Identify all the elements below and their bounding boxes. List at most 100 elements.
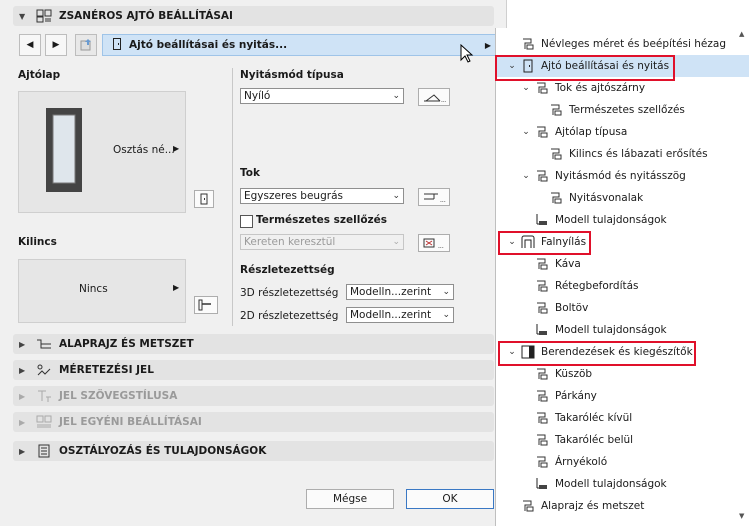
handle-detail-button[interactable]	[194, 296, 218, 314]
opening-type-select[interactable]: Nyíló ⌄	[240, 88, 404, 104]
section-header-dimension-marker[interactable]: ▶ MÉRETEZÉSI JEL	[13, 360, 494, 380]
tree-item[interactable]: Párkány	[521, 386, 597, 406]
tree-item[interactable]: ⌄ Nyitásmód és nyitásszög	[521, 166, 686, 186]
detail-2d-select[interactable]: Modelln...zerint ⌄	[346, 307, 454, 323]
triangle-left-icon: ◀	[26, 40, 34, 50]
section-header-marker-custom-settings[interactable]: ▶ JEL EGYÉNI BEÁLLÍTÁSAI	[13, 412, 494, 432]
tree-item[interactable]: Modell tulajdonságok	[521, 210, 667, 230]
tree-item-label: Nyitásmód és nyitásszög	[555, 170, 686, 182]
tree-item-label: Névleges méret és beépítési hézag	[541, 38, 726, 50]
door-leaf-detail-button[interactable]	[194, 190, 214, 208]
section-title: JEL SZÖVEGSTÍLUSA	[59, 390, 178, 402]
frame-detail-button[interactable]: ...	[418, 188, 450, 206]
detail-3d-select[interactable]: Modelln...zerint ⌄	[346, 284, 454, 300]
tree-item[interactable]: ⌄ Ajtólap típusa	[521, 122, 627, 142]
trim-outside-icon	[535, 411, 549, 425]
door-page-icon	[113, 37, 121, 53]
section-header-door-settings[interactable]: ▼ ZSANÉROS AJTÓ BEÁLLÍTÁSAI	[13, 6, 494, 26]
door-settings-icon	[35, 9, 53, 23]
floor-plan-icon	[35, 337, 53, 351]
model-properties-icon	[535, 477, 549, 491]
nav-forward-button[interactable]: ▶	[45, 34, 67, 56]
tree-item[interactable]: Küszöb	[521, 364, 592, 384]
swing-symbol-icon: ...	[424, 94, 446, 103]
tree-item-label: Küszöb	[555, 368, 593, 380]
tree-item[interactable]: Káva	[521, 254, 581, 274]
chevron-down-icon[interactable]: ⌄	[521, 171, 531, 181]
chevron-down-icon: ⌄	[442, 310, 450, 320]
tree-item-label: Árnyékoló	[555, 456, 608, 468]
section-title: MÉRETEZÉSI JEL	[59, 364, 154, 376]
threshold-icon	[535, 367, 549, 381]
chevron-down-icon[interactable]: ⌄	[521, 83, 531, 93]
handle-icon	[198, 299, 211, 311]
detail-level-label: Részletezettség	[240, 264, 335, 276]
collapse-triangle-icon: ▼	[19, 11, 26, 21]
tree-item[interactable]: Boltöv	[521, 298, 588, 318]
door-leaf-label: Ajtólap	[18, 69, 61, 81]
handle-type-label: Nincs	[79, 283, 108, 295]
trim-inside-icon	[535, 433, 549, 447]
tree-item-label: Rétegbefordítás	[555, 280, 639, 292]
tree-item-label: Nyitásvonalak	[569, 192, 644, 204]
model-properties-icon	[535, 213, 549, 227]
handle-preview[interactable]: Nincs ▶	[18, 259, 186, 323]
handle-kickplate-icon	[549, 147, 563, 161]
dimension-marker-icon	[35, 363, 53, 377]
cancel-button[interactable]: Mégse	[306, 489, 394, 509]
triangle-right-icon: ▶	[173, 144, 180, 153]
tree-item[interactable]: Névleges méret és beépítési hézag	[507, 34, 726, 54]
tree-item-label: Modell tulajdonságok	[555, 324, 667, 336]
nav-back-button[interactable]: ◀	[19, 34, 41, 56]
section-header-floor-plan[interactable]: ▶ ALAPRAJZ ÉS METSZET	[13, 334, 494, 354]
frame-value: Egyszeres beugrás	[244, 190, 343, 202]
ventilation-label[interactable]: Természetes szellőzés	[256, 214, 387, 226]
opening-type-detail-button[interactable]: ...	[418, 88, 450, 106]
expand-triangle-icon: ▶	[19, 365, 26, 375]
frame-select[interactable]: Egyszeres beugrás ⌄	[240, 188, 404, 204]
nav-up-button[interactable]	[75, 34, 97, 56]
triangle-right-icon: ▶	[484, 40, 491, 50]
triangle-right-icon: ▶	[52, 40, 60, 50]
tree-item-label: Modell tulajdonságok	[555, 214, 667, 226]
tree-item[interactable]: Természetes szellőzés	[535, 100, 685, 120]
tree-item[interactable]: Kilincs és lábazati erősítés	[535, 144, 708, 164]
highlight-box-accessories	[498, 341, 696, 366]
highlight-box-door-settings	[495, 55, 675, 81]
door-leaf-type-label: Osztás né...	[113, 144, 175, 156]
tree-item[interactable]: Modell tulajdonságok	[521, 320, 667, 340]
chevron-down-icon[interactable]: ⌄	[521, 127, 531, 137]
tree-item[interactable]: Nyitásvonalak	[535, 188, 643, 208]
section-title: ALAPRAJZ ÉS METSZET	[59, 338, 194, 350]
tree-item[interactable]: Modell tulajdonságok	[521, 474, 667, 494]
ventilation-detail-button[interactable]: ...	[418, 234, 450, 252]
ventilation-checkbox[interactable]	[240, 215, 253, 228]
expand-triangle-icon: ▶	[19, 391, 26, 401]
tree-item[interactable]: Rétegbefordítás	[521, 276, 639, 296]
text-style-icon	[35, 389, 53, 403]
chevron-down-icon: ⌄	[392, 91, 400, 101]
ok-button[interactable]: OK	[406, 489, 494, 509]
expand-triangle-icon: ▶	[19, 417, 26, 427]
svg-text:...: ...	[440, 197, 446, 203]
ventilation-symbol-icon: ...	[423, 238, 444, 249]
detail-3d-label: 3D részletezettség	[240, 287, 339, 299]
tree-item-label: Alaprajz és metszet	[541, 500, 645, 512]
door-leaf-small-icon	[200, 193, 208, 205]
frame-label: Tok	[240, 167, 260, 179]
section-header-classification[interactable]: ▶ OSZTÁLYOZÁS ÉS TULAJDONSÁGOK	[13, 441, 494, 461]
ventilation-select[interactable]: Kereten keresztül ⌄	[240, 234, 404, 250]
section-header-marker-text-style[interactable]: ▶ JEL SZÖVEGSTÍLUSA	[13, 386, 494, 406]
tree-item[interactable]: Árnyékoló	[521, 452, 607, 472]
tree-item[interactable]: Takaróléc belül	[521, 430, 633, 450]
panel-scrollbar[interactable]: ▲ ▼	[737, 30, 747, 522]
tree-item[interactable]: Takaróléc kívül	[521, 408, 632, 428]
opening-lines-icon	[549, 191, 563, 205]
opening-type-label: Nyitásmód típusa	[240, 69, 344, 81]
tree-item[interactable]: ⌄ Tok és ajtószárny	[521, 78, 645, 98]
page-selector[interactable]: Ajtó beállításai és nyitás... ▶	[102, 34, 496, 56]
door-leaf-preview[interactable]: Osztás né... ▶	[18, 91, 186, 213]
tree-item[interactable]: Alaprajz és metszet	[507, 496, 644, 516]
detail-2d-value: Modelln...zerint	[350, 309, 432, 321]
handle-label: Kilincs	[18, 236, 57, 248]
